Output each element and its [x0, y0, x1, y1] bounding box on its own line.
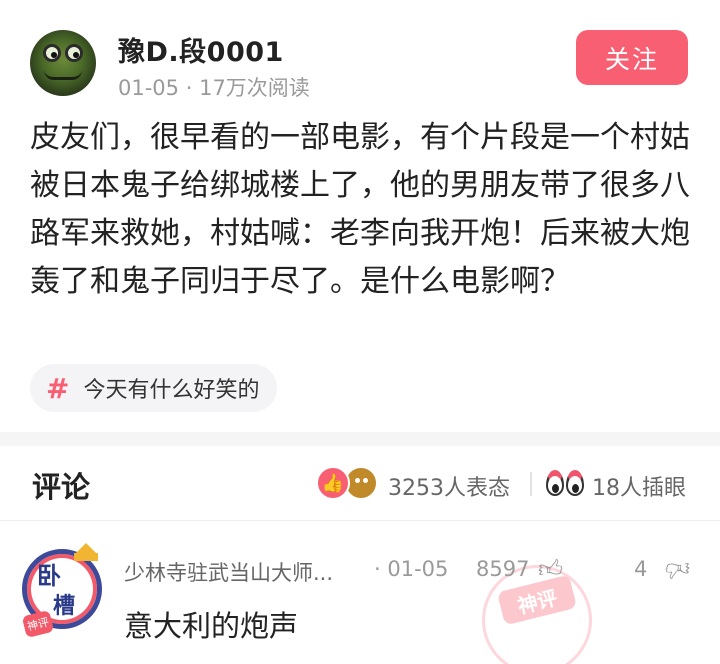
- comment-dislike-count: 4: [634, 557, 648, 581]
- reactions-group[interactable]: 👍: [316, 466, 382, 500]
- comment-date-value: 01-05: [387, 557, 449, 581]
- avatar-mouth: [44, 70, 82, 80]
- eye-right: [566, 470, 584, 496]
- comment-date: · 01-05: [374, 557, 449, 581]
- avatar-glyph-1: 卧: [37, 562, 61, 590]
- avatar-badge: 神评: [21, 609, 55, 639]
- post-card: 豫D.段0001 01-05 · 17万次阅读 关注 皮友们，很早看的一部电影，…: [0, 0, 720, 432]
- hashtag-icon: #: [46, 371, 70, 405]
- comments-title: 评论: [32, 470, 91, 504]
- thumbs-down-icon[interactable]: 👍︎: [662, 555, 690, 583]
- reactions-count[interactable]: 3253人表态: [388, 470, 510, 502]
- post-date: 01-05: [118, 76, 180, 100]
- comments-header: 评论 👍 3253人表态 18人插眼: [0, 446, 720, 520]
- thumbs-up-icon[interactable]: 👍︎: [538, 555, 566, 583]
- section-divider: [0, 432, 720, 446]
- commenter-name[interactable]: 少林寺驻武当山大师...: [124, 557, 356, 587]
- header-separator: [530, 472, 532, 496]
- author-avatar[interactable]: [30, 30, 96, 96]
- eyes-count[interactable]: 18人插眼: [592, 470, 686, 502]
- comment-text: 意大利的炮声: [124, 609, 299, 643]
- topic-tag[interactable]: # 今天有什么好笑的: [30, 364, 278, 412]
- meta-separator: ·: [185, 76, 200, 100]
- topic-tag-label: 今天有什么好笑的: [83, 378, 260, 403]
- avatar-eye-right: [65, 44, 83, 62]
- comment-item: 卧 槽 神评 少林寺驻武当山大师... · 01-05 神评 8597 👍︎ 4…: [0, 521, 720, 664]
- eyes-icon[interactable]: [546, 470, 586, 498]
- post-content: 皮友们，很早看的一部电影，有个片段是一个村姑被日本鬼子给绑城楼上了，他的男朋友带…: [30, 120, 690, 299]
- follow-button[interactable]: 关注: [576, 30, 688, 85]
- eye-left: [546, 470, 564, 496]
- post-views: 17万次阅读: [199, 76, 310, 100]
- avatar-eye-left: [43, 44, 61, 62]
- comment-like-count: 8597: [476, 557, 530, 581]
- heart-reaction-icon: 👍: [316, 466, 350, 500]
- post-meta: 01-05 · 17万次阅读: [118, 72, 310, 102]
- avatar-glyph-2: 槽: [53, 594, 76, 619]
- author-name[interactable]: 豫D.段0001: [118, 30, 284, 69]
- crown-icon: [74, 543, 98, 561]
